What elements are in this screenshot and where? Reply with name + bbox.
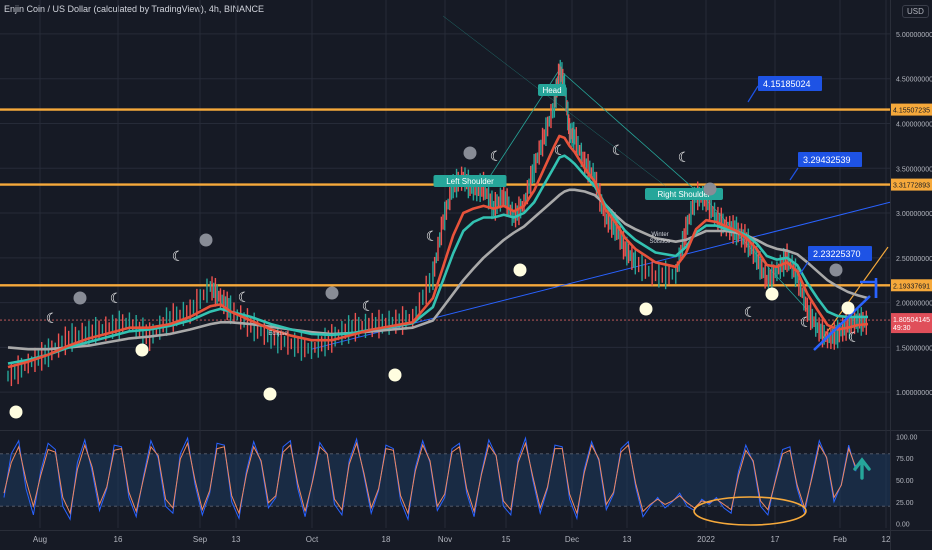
osc-tick-label: 25.00 bbox=[896, 500, 914, 507]
full-moon-icon bbox=[841, 301, 855, 315]
x-tick-label: Oct bbox=[306, 535, 319, 544]
full-moon-icon bbox=[388, 368, 402, 382]
y-tick-label: 4.00000000 bbox=[896, 121, 932, 128]
label-pointer bbox=[789, 167, 799, 181]
x-tick-label: 13 bbox=[232, 535, 241, 544]
pattern-line bbox=[559, 69, 707, 200]
x-tick-label: 12 bbox=[882, 535, 891, 544]
new-moon-icon bbox=[73, 291, 87, 305]
new-moon-icon bbox=[463, 146, 477, 160]
full-moon-icon bbox=[639, 302, 653, 316]
y-tick-label: 3.00000000 bbox=[896, 211, 932, 218]
current-price-text: 1.80504145 bbox=[893, 317, 930, 324]
price-label-text: 3.29432539 bbox=[803, 155, 851, 165]
x-tick-label: Aug bbox=[33, 535, 47, 544]
y-tick-label: 1.50000000 bbox=[896, 345, 932, 352]
resistance-levels: 4.15507235 3.31772893 2.19337691 1.80504145… bbox=[0, 103, 932, 334]
pattern-label-text: Head bbox=[542, 86, 561, 95]
full-moon-icon bbox=[513, 263, 527, 277]
panel-divider bbox=[0, 430, 932, 431]
label-pointer bbox=[799, 261, 809, 275]
new-moon-icon bbox=[829, 263, 843, 277]
level-tag-text: 2.19337691 bbox=[893, 283, 930, 290]
current-price-countdown: 49:30 bbox=[893, 325, 911, 332]
x-tick-label: 17 bbox=[771, 535, 780, 544]
pattern-label-text: Left Shoulder bbox=[446, 177, 494, 186]
crescent-moon-icon: ☾ bbox=[490, 148, 503, 164]
y-tick-label: 2.50000000 bbox=[896, 256, 932, 263]
x-tick-label: 2022 bbox=[697, 535, 715, 544]
osc-tick-label: 100.00 bbox=[896, 434, 918, 441]
price-label-text: 4.15185024 bbox=[763, 79, 811, 89]
crescent-moon-icon: ☾ bbox=[110, 290, 123, 306]
chart-canvas[interactable]: 4.15507235 3.31772893 2.19337691 1.80504145… bbox=[0, 0, 932, 550]
y-tick-label: 3.50000000 bbox=[896, 166, 932, 173]
y-tick-label: 2.00000000 bbox=[896, 301, 932, 308]
label-pointer bbox=[747, 85, 759, 103]
osc-tick-label: 75.00 bbox=[896, 456, 914, 463]
crescent-moon-icon: ☾ bbox=[848, 329, 861, 345]
new-moon-icon bbox=[325, 286, 339, 300]
x-tick-label: 18 bbox=[382, 535, 391, 544]
full-moon-icon bbox=[765, 287, 779, 301]
crescent-moon-icon: ☾ bbox=[426, 228, 439, 244]
price-label-text: 2.23225370 bbox=[813, 249, 861, 259]
x-tick-label: Nov bbox=[438, 535, 452, 544]
osc-tick-label: 0.00 bbox=[896, 522, 910, 529]
x-tick-label: 13 bbox=[623, 535, 632, 544]
annotation-text: Eclipse bbox=[268, 331, 288, 337]
level-tag-text: 4.15507235 bbox=[893, 108, 930, 115]
x-tick-label: 15 bbox=[502, 535, 511, 544]
crescent-moon-icon: ☾ bbox=[744, 304, 757, 320]
annotation-text: Winter bbox=[651, 232, 668, 238]
x-tick-label: Dec bbox=[565, 535, 579, 544]
crescent-moon-icon: ☾ bbox=[554, 142, 567, 158]
crescent-moon-icon: ☾ bbox=[238, 289, 251, 305]
osc-tick-label: 50.00 bbox=[896, 478, 914, 485]
y-tick-label: 5.00000000 bbox=[896, 32, 932, 39]
crescent-moon-icon: ☾ bbox=[362, 298, 375, 314]
ema-slow-line bbox=[7, 188, 869, 351]
annotation-text: Solstice bbox=[649, 239, 671, 245]
crescent-moon-icon: ☾ bbox=[46, 310, 59, 326]
full-moon-icon bbox=[9, 405, 23, 419]
x-tick-label: 16 bbox=[114, 535, 123, 544]
new-moon-icon bbox=[703, 182, 717, 196]
new-moon-icon bbox=[199, 233, 213, 247]
full-moon-icon bbox=[263, 387, 277, 401]
crescent-moon-icon: ☾ bbox=[678, 149, 691, 165]
crescent-moon-icon: ☾ bbox=[172, 248, 185, 264]
price-axis-divider bbox=[890, 0, 891, 550]
y-tick-label: 1.00000000 bbox=[896, 390, 932, 397]
pattern-label-text: Right Shoulder bbox=[658, 190, 711, 199]
level-tag-text: 3.31772893 bbox=[893, 183, 930, 190]
crescent-moon-icon: ☾ bbox=[800, 314, 813, 330]
y-tick-label: 4.50000000 bbox=[896, 77, 932, 84]
crescent-moon-icon: ☾ bbox=[612, 142, 625, 158]
full-moon-icon bbox=[135, 343, 149, 357]
time-axis-divider bbox=[0, 530, 932, 531]
x-tick-label: Sep bbox=[193, 535, 208, 544]
x-tick-label: Feb bbox=[833, 535, 847, 544]
